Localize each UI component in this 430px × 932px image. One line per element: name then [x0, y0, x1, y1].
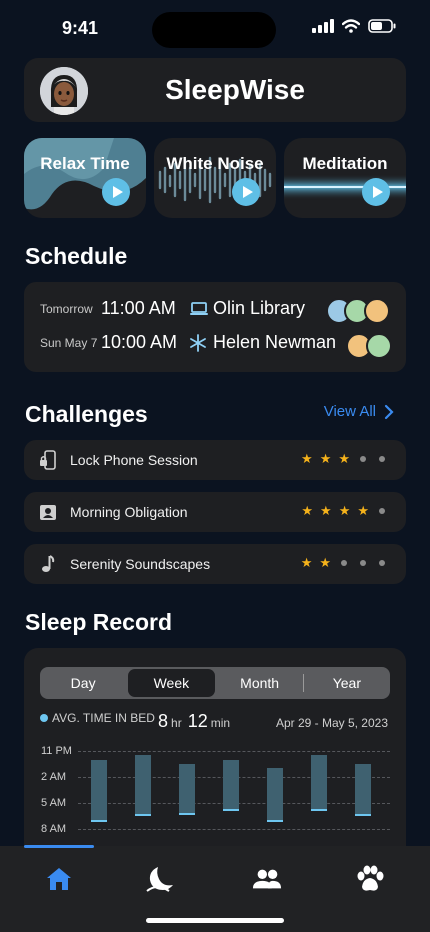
- sleep-record-title: Sleep Record: [25, 609, 172, 635]
- star-empty-dot: [379, 456, 385, 462]
- paw-icon[interactable]: [355, 864, 385, 894]
- battery-icon: [368, 19, 396, 33]
- relax-time-card[interactable]: Relax Time: [24, 138, 146, 218]
- play-icon[interactable]: [102, 178, 130, 206]
- app-title: SleepWise: [165, 74, 305, 105]
- schedule-place: Helen Newman: [213, 332, 337, 352]
- media-card-label: Relax Time: [40, 154, 130, 173]
- star-filled-icon: ★: [338, 451, 350, 466]
- laptop-icon: [189, 301, 211, 317]
- star-empty-dot: [379, 508, 385, 514]
- star-empty-dot: [379, 560, 385, 566]
- challenge-item[interactable]: Serenity Soundscapes ★ ★: [24, 544, 406, 584]
- schedule-place: Olin Library: [213, 298, 306, 318]
- moon-icon[interactable]: [145, 864, 175, 894]
- challenge-item[interactable]: Lock Phone Session ★ ★ ★: [24, 440, 406, 480]
- star-filled-icon: ★: [301, 451, 313, 466]
- white-noise-card[interactable]: White Noise: [154, 138, 276, 218]
- star-filled-icon: ★: [319, 451, 332, 466]
- rating-stars: ★ ★ ★ ★: [301, 503, 388, 519]
- home-indicator: [146, 918, 284, 923]
- people-icon[interactable]: [252, 864, 282, 894]
- chevron-right-icon: [384, 404, 394, 419]
- minutes-unit: min: [210, 716, 231, 730]
- rating-stars: ★ ★: [301, 555, 388, 571]
- sleep-bar: [91, 759, 107, 823]
- grid-line: [78, 829, 390, 830]
- status-icons: [312, 19, 396, 33]
- avg-hours: 8: [158, 711, 169, 731]
- schedule-time: 10:00 AM: [101, 332, 178, 352]
- attendee-avatars[interactable]: [346, 333, 396, 359]
- avg-minutes: 12: [187, 711, 208, 731]
- challenge-label: Lock Phone Session: [70, 452, 198, 468]
- play-icon[interactable]: [362, 178, 390, 206]
- hours-unit: hr: [171, 716, 182, 730]
- sleep-bar: [223, 759, 239, 812]
- avg-time-value: 8 hr 12 min: [158, 711, 230, 732]
- tab-week[interactable]: Week: [128, 669, 215, 697]
- attendee-avatars[interactable]: [326, 298, 396, 324]
- person-badge-icon: [38, 502, 58, 522]
- sleep-bar: [179, 764, 195, 816]
- avg-time-legend: AVG. TIME IN BED: [40, 711, 155, 725]
- grid-line: [78, 751, 390, 752]
- schedule-item[interactable]: Tomorrow 11:00 AM Olin Library: [40, 298, 305, 319]
- tab-active-indicator: [24, 845, 94, 848]
- y-tick-label: 5 AM: [41, 797, 67, 809]
- star-filled-icon: ★: [320, 503, 332, 518]
- y-tick-label: 2 AM: [41, 771, 67, 783]
- lock-phone-icon: [38, 450, 58, 470]
- tab-month[interactable]: Month: [217, 669, 303, 697]
- legend-label: AVG. TIME IN BED: [52, 711, 155, 725]
- star-filled-icon: ★: [357, 503, 369, 518]
- sleep-bar: [311, 755, 327, 812]
- sleep-bar: [267, 768, 283, 823]
- snowflake-icon: [189, 333, 211, 352]
- challenge-label: Serenity Soundscapes: [70, 556, 211, 572]
- schedule-title: Schedule: [25, 243, 128, 269]
- star-filled-icon: ★: [301, 503, 314, 518]
- y-tick-label: 8 AM: [41, 823, 67, 835]
- period-segmented-control[interactable]: Day Week Month Year: [40, 667, 390, 699]
- music-note-icon: [38, 554, 58, 574]
- schedule-day: Sun May 7: [40, 335, 98, 350]
- challenges-title: Challenges: [25, 401, 148, 427]
- legend-dot: [40, 714, 48, 722]
- star-empty-dot: [341, 560, 347, 566]
- media-card-label: Meditation: [302, 154, 388, 173]
- wave-graphic: [24, 138, 146, 210]
- star-empty-dot: [360, 560, 366, 566]
- challenge-label: Morning Obligation: [70, 504, 188, 520]
- schedule-day: Tomorrow: [40, 301, 93, 316]
- tab-day[interactable]: Day: [40, 669, 126, 697]
- glow-graphic: [284, 174, 406, 200]
- dynamic-island: [152, 12, 276, 48]
- home-icon[interactable]: [44, 864, 74, 894]
- status-time: 9:41: [62, 18, 99, 38]
- tab-year[interactable]: Year: [304, 669, 390, 697]
- avatar: [366, 333, 392, 359]
- rating-stars: ★ ★ ★: [301, 451, 388, 467]
- media-card-label: White Noise: [166, 154, 264, 173]
- star-filled-icon: ★: [338, 503, 351, 518]
- waveform-graphic: [158, 156, 272, 204]
- schedule-item[interactable]: Sun May 7 10:00 AM Helen Newman: [40, 332, 336, 353]
- star-filled-icon: ★: [319, 555, 331, 570]
- date-range: Apr 29 - May 5, 2023: [275, 716, 388, 730]
- schedule-time: 11:00 AM: [101, 298, 176, 318]
- meditation-card[interactable]: Meditation: [284, 138, 406, 218]
- signal-icon: [312, 19, 334, 33]
- y-tick-label: 11 PM: [41, 745, 72, 757]
- star-filled-icon: ★: [300, 555, 313, 570]
- sleep-bar: [355, 764, 371, 817]
- challenge-item[interactable]: Morning Obligation ★ ★ ★ ★: [24, 492, 406, 532]
- view-all-label: View All: [323, 403, 376, 420]
- play-icon[interactable]: [232, 178, 260, 206]
- star-empty-dot: [360, 456, 366, 462]
- avatar: [364, 298, 390, 324]
- sleep-bar: [135, 755, 151, 817]
- wifi-icon: [342, 19, 360, 33]
- view-all-link[interactable]: View All: [324, 403, 394, 420]
